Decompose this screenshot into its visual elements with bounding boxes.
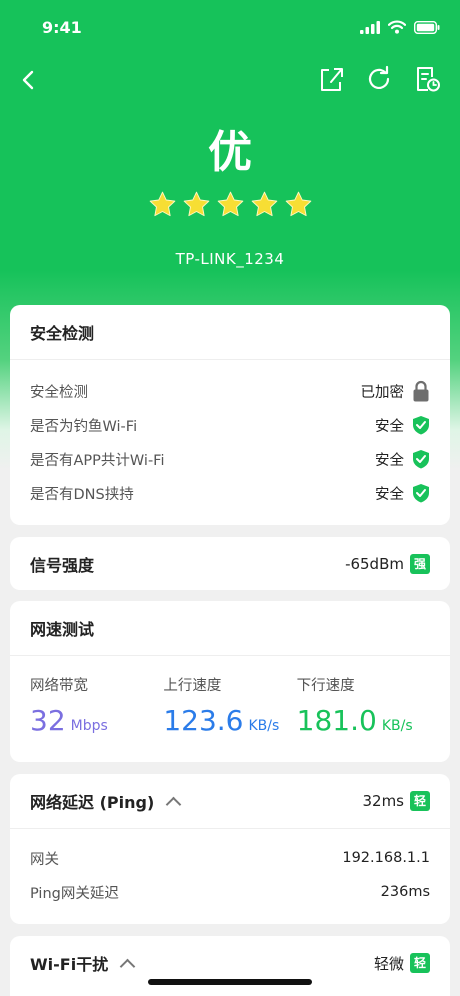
ping-row-gateway-latency: Ping网关延迟 236ms xyxy=(30,884,430,902)
lock-icon xyxy=(413,380,429,402)
star-icon xyxy=(183,191,209,217)
ping-row-gateway: 网关 192.168.1.1 xyxy=(30,850,430,868)
share-button[interactable] xyxy=(318,64,344,94)
signal-title: 信号强度 xyxy=(30,555,95,575)
download-value: 181.0 xyxy=(296,704,377,737)
interference-value: 轻微 xyxy=(373,954,404,973)
star-icon xyxy=(149,191,175,217)
bandwidth-value: 32 xyxy=(30,704,66,737)
interference-title: Wi-Fi干扰 xyxy=(30,955,109,974)
signal-value: -65dBm xyxy=(345,554,404,573)
upload-metric: 上行速度 123.6 KB/s xyxy=(163,678,280,737)
share-icon xyxy=(321,68,343,91)
speed-card-header: 网速测试 xyxy=(10,601,450,656)
security-row-phishing: 是否为钓鱼Wi-Fi 安全 xyxy=(10,408,450,442)
home-indicator[interactable] xyxy=(148,979,312,985)
star-icon xyxy=(217,191,243,217)
signal-badge: 强 xyxy=(410,553,430,574)
speed-card-title: 网速测试 xyxy=(30,620,95,639)
security-card: 安全检测 安全检测 已加密 是否为钓鱼Wi-Fi 安全 是否有APP共计Wi-F… xyxy=(10,305,450,525)
interference-card: Wi-Fi干扰 轻微 轻 xyxy=(10,936,450,996)
speed-card: 网速测试 网络带宽 32 Mbps 上行速度 123.6 KB/s 下行速度 181… xyxy=(10,601,450,762)
history-report-icon xyxy=(417,67,440,92)
ping-value: 32ms xyxy=(362,792,404,810)
network-ssid: TP-LINK_1234 xyxy=(175,250,285,268)
battery-icon xyxy=(414,20,440,34)
network-grade: 优 xyxy=(208,127,252,178)
upload-value: 123.6 xyxy=(163,704,244,737)
ping-card: 网络延迟 (Ping) 32ms 轻 网关 192.168.1.1 Ping网关… xyxy=(10,774,450,924)
ping-title: 网络延迟 (Ping) xyxy=(30,793,155,812)
chevron-left-icon xyxy=(22,70,34,90)
refresh-icon xyxy=(368,65,390,89)
back-button[interactable] xyxy=(16,64,44,96)
cellular-signal-icon xyxy=(360,20,380,34)
security-row-app-attack: 是否有APP共计Wi-Fi 安全 xyxy=(10,442,450,476)
chevron-up-icon xyxy=(165,796,182,812)
security-card-title: 安全检测 xyxy=(30,324,95,343)
interference-badge: 轻 xyxy=(410,953,430,973)
shield-check-icon xyxy=(413,416,429,435)
security-card-header: 安全检测 xyxy=(10,305,450,360)
star-icon xyxy=(285,191,311,217)
download-metric: 下行速度 181.0 KB/s xyxy=(296,678,413,737)
signal-card[interactable]: 信号强度 -65dBm 强 xyxy=(10,537,450,590)
status-time: 9:41 xyxy=(42,18,82,37)
status-bar: 9:41 xyxy=(0,18,460,42)
chevron-up-icon xyxy=(119,958,136,974)
rating-stars xyxy=(0,190,460,219)
refresh-button[interactable] xyxy=(366,64,392,94)
security-row-dns: 是否有DNS挟持 安全 xyxy=(10,476,450,510)
nav-bar xyxy=(0,64,460,100)
ping-card-header[interactable]: 网络延迟 (Ping) 32ms 轻 xyxy=(10,774,450,829)
ping-badge: 轻 xyxy=(410,791,430,811)
security-row-encryption: 安全检测 已加密 xyxy=(10,374,450,408)
wifi-icon xyxy=(388,20,406,34)
history-button[interactable] xyxy=(414,64,440,94)
shield-check-icon xyxy=(413,450,429,469)
shield-check-icon xyxy=(413,484,429,503)
bandwidth-metric: 网络带宽 32 Mbps xyxy=(30,678,108,737)
star-icon xyxy=(251,191,277,217)
